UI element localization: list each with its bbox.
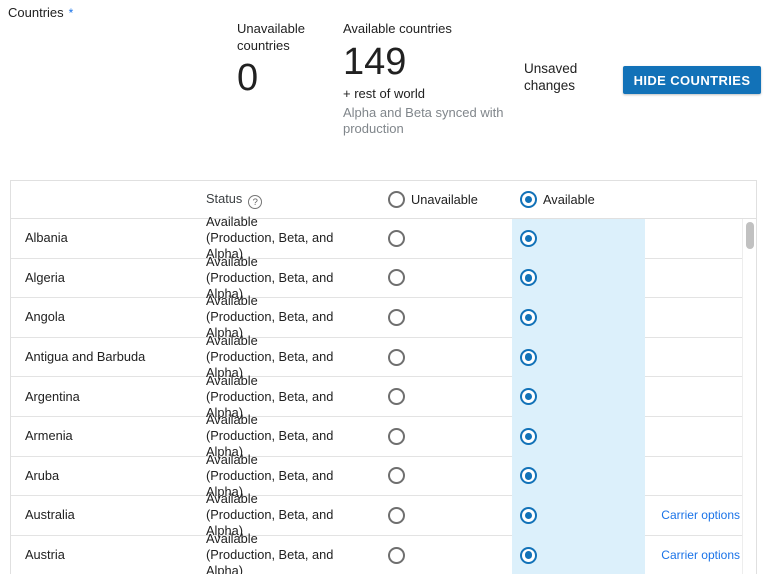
status-text: Available [206,531,371,547]
unavailable-radio[interactable] [388,388,405,405]
status-text: Available [206,412,371,428]
unavailable-radio[interactable] [388,349,405,366]
unavailable-cell [371,230,512,247]
country-cell: Austria [11,546,206,564]
carrier-cell: Carrier options [645,548,756,562]
country-name: Algeria [25,270,65,285]
country-cell: Angola [11,308,206,326]
unavailable-cell [371,507,512,524]
country-name: Albania [25,230,68,245]
unavailable-radio[interactable] [388,309,405,326]
country-name: Austria [25,547,65,562]
unavailable-cell [371,309,512,326]
header-unavailable-cell: Unavailable [371,191,512,208]
available-header-radio[interactable] [520,191,537,208]
unavailable-radio[interactable] [388,467,405,484]
country-cell: Argentina [11,388,206,406]
status-detail-text: (Production, Beta, and Alpha) [206,547,371,574]
status-text: Available [206,293,371,309]
scrollbar-track[interactable] [742,219,756,574]
unavailable-radio[interactable] [388,428,405,445]
unavailable-radio[interactable] [388,230,405,247]
unavailable-radio[interactable] [388,507,405,524]
country-name: Argentina [25,389,80,404]
available-radio[interactable] [520,428,537,445]
status-text: Available [206,333,371,349]
available-stat-label: Available countries [343,21,521,38]
field-label-text: Countries [8,5,64,20]
available-radio[interactable] [520,309,537,326]
required-asterisk: * [69,6,74,20]
available-stat-value: 149 [343,41,521,84]
page-title: Countries * [8,5,73,20]
available-radio[interactable] [520,507,537,524]
table-body: Albania Available (Production, Beta, and… [11,219,756,574]
country-cell: Australia [11,506,206,524]
unavailable-cell [371,388,512,405]
country-name: Aruba [25,468,59,483]
unavailable-cell [371,467,512,484]
country-cell: Albania [11,229,206,247]
help-icon[interactable]: ? [248,195,262,209]
unsaved-changes-label: Unsaved changes [524,61,588,94]
unavailable-radio[interactable] [388,269,405,286]
unavailable-cell [371,269,512,286]
status-text: Available [206,214,371,230]
country-cell: Algeria [11,269,206,287]
country-name: Australia [25,507,75,522]
country-cell: Armenia [11,427,206,445]
status-column-label: Status [206,191,242,206]
status-text: Available [206,452,371,468]
scrollbar-thumb[interactable] [746,222,754,249]
status-text: Available [206,373,371,389]
country-cell: Aruba [11,467,206,485]
table-header: Status? Unavailable Available [11,181,756,219]
rest-of-world-label: + rest of world [343,86,521,102]
unavailable-radio[interactable] [388,547,405,564]
country-name: Angola [25,309,65,324]
unavailable-cell [371,349,512,366]
carrier-cell: Carrier options [645,508,756,522]
status-cell: Available (Production, Beta, and Alpha) [206,531,371,574]
country-name: Antigua and Barbuda [25,349,145,364]
countries-table: Status? Unavailable Available Albania A [10,180,757,574]
sync-note: Alpha and Beta synced with production [343,105,521,137]
hide-countries-button[interactable]: HIDE COUNTRIES [623,66,761,94]
countries-settings-page: Countries * Unavailable countries 0 Avail… [0,0,768,574]
country-cell: Antigua and Barbuda [11,348,206,366]
available-radio[interactable] [520,547,537,564]
available-countries-stat: Available countries 149 + rest of world … [343,21,521,137]
unavailable-stat-value: 0 [237,57,323,100]
status-text: Available [206,491,371,507]
unavailable-stat-label: Unavailable countries [237,21,323,54]
unavailable-countries-stat: Unavailable countries 0 [237,21,323,100]
carrier-options-link[interactable]: Carrier options [661,508,740,522]
available-column-label: Available [543,192,595,207]
status-text: Available [206,254,371,270]
unavailable-cell [371,547,512,564]
carrier-options-link[interactable]: Carrier options [661,548,740,562]
unavailable-header-radio[interactable] [388,191,405,208]
available-radio[interactable] [520,349,537,366]
available-radio[interactable] [520,230,537,247]
header-status-cell: Status? [206,190,371,210]
country-name: Armenia [25,428,73,443]
header-available-cell: Available [512,191,645,208]
unavailable-cell [371,428,512,445]
unavailable-column-label: Unavailable [411,192,478,207]
